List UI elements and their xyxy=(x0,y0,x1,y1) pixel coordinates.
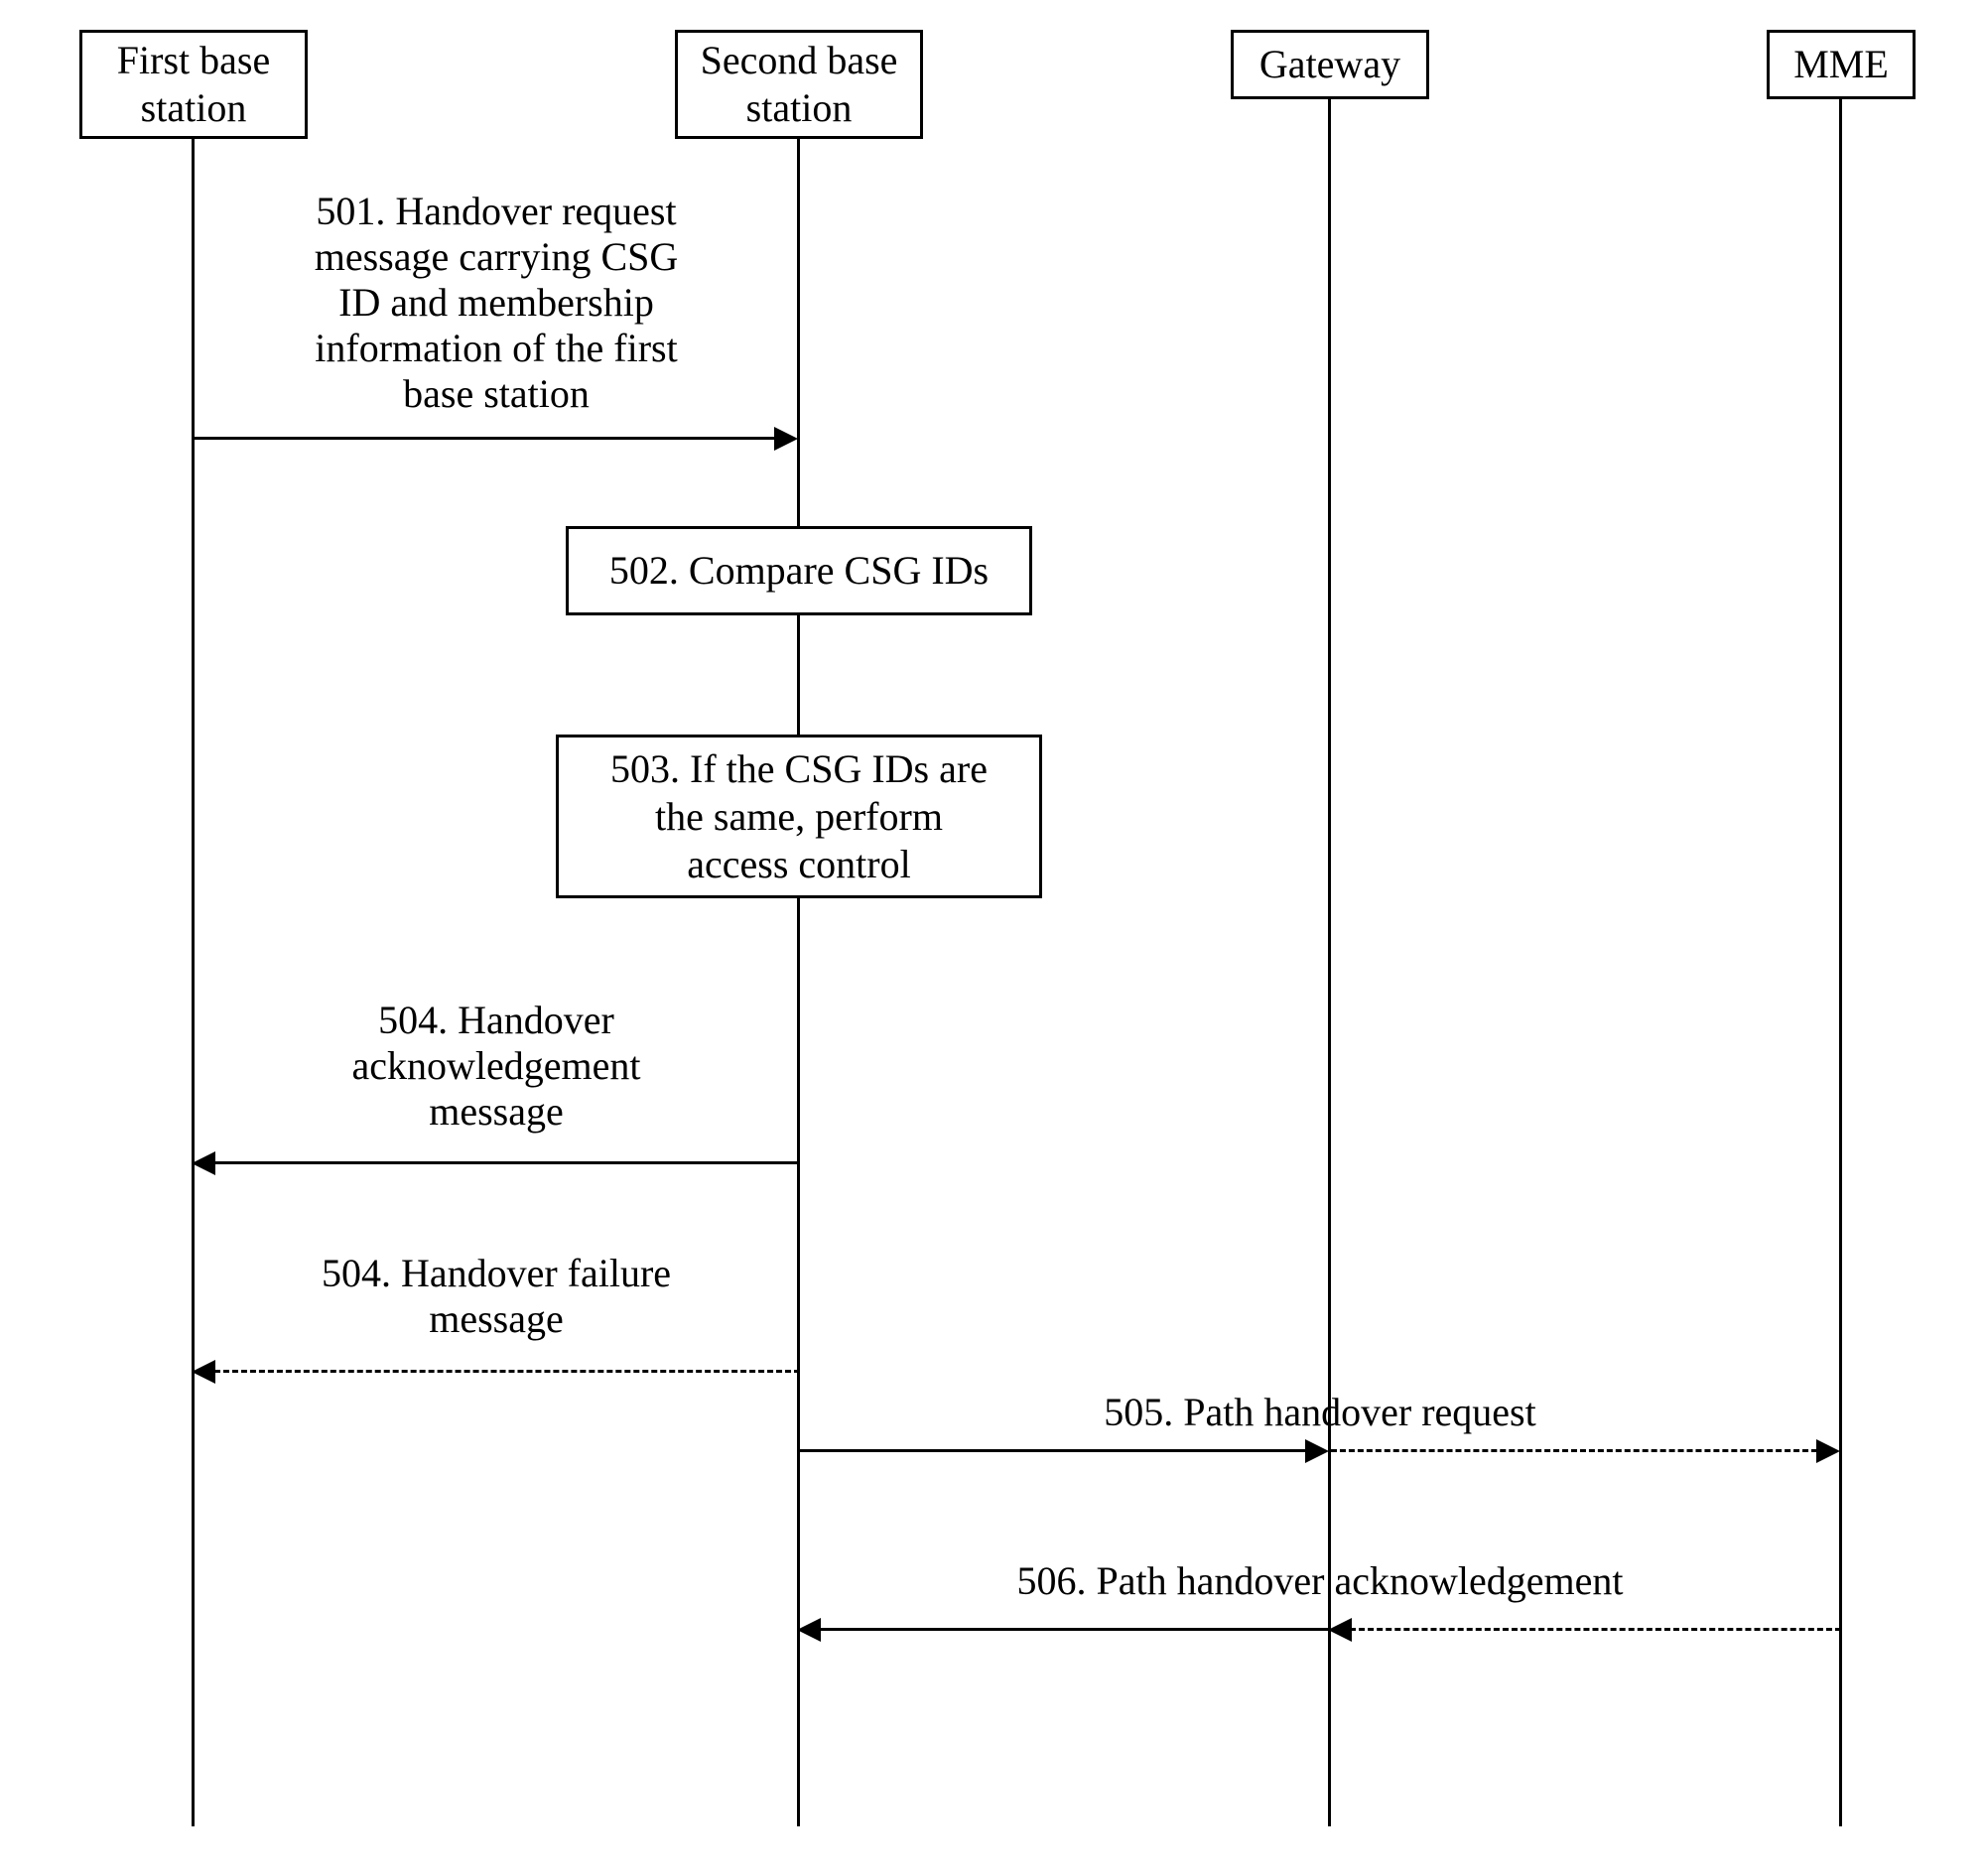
lifeline-mme xyxy=(1839,99,1842,1826)
actor-first-base-station: First basestation xyxy=(79,30,308,139)
msg-504b-arrow xyxy=(214,1370,800,1373)
lifeline-second-base-station-seg2 xyxy=(797,615,800,735)
msg-506-arrow-seg2 xyxy=(820,1628,1331,1631)
msg-501-arrowhead xyxy=(774,427,798,451)
msg-504b-label: 504. Handover failuremessage xyxy=(258,1251,734,1342)
msg-506-label: 506. Path handover acknowledgement xyxy=(863,1558,1777,1604)
process-label: 503. If the CSG IDs arethe same, perform… xyxy=(610,745,988,888)
lifeline-second-base-station-seg3 xyxy=(797,898,800,1826)
msg-505-arrow-seg2 xyxy=(1331,1449,1817,1452)
process-label: 502. Compare CSG IDs xyxy=(609,547,989,595)
msg-505-arrow-seg1 xyxy=(800,1449,1306,1452)
msg-504a-arrowhead xyxy=(192,1151,215,1175)
msg-506-arrow-seg1 xyxy=(1350,1628,1841,1631)
msg-504b-arrowhead xyxy=(192,1360,215,1384)
msg-501-label: 501. Handover requestmessage carrying CS… xyxy=(218,189,774,417)
actor-label: Gateway xyxy=(1259,41,1400,88)
msg-504a-label: 504. Handoveracknowledgementmessage xyxy=(258,998,734,1135)
actor-label: Second basestation xyxy=(701,37,898,132)
msg-505-arrowhead1 xyxy=(1305,1439,1329,1463)
lifeline-second-base-station-seg1 xyxy=(797,139,800,526)
msg-501-arrow xyxy=(195,437,775,440)
lifeline-first-base-station xyxy=(192,139,195,1826)
msg-506-arrowhead2 xyxy=(797,1618,821,1642)
msg-505-arrowhead2 xyxy=(1816,1439,1840,1463)
actor-label: First basestation xyxy=(117,37,270,132)
sequence-diagram: First basestation Second basestation Gat… xyxy=(0,0,1985,1876)
msg-505-label: 505. Path handover request xyxy=(923,1390,1717,1435)
actor-second-base-station: Second basestation xyxy=(675,30,923,139)
actor-label: MME xyxy=(1793,41,1889,88)
actor-mme: MME xyxy=(1767,30,1916,99)
msg-506-arrowhead1 xyxy=(1328,1618,1352,1642)
actor-gateway: Gateway xyxy=(1231,30,1429,99)
msg-504a-arrow xyxy=(214,1161,800,1164)
process-503: 503. If the CSG IDs arethe same, perform… xyxy=(556,735,1042,898)
process-502: 502. Compare CSG IDs xyxy=(566,526,1032,615)
